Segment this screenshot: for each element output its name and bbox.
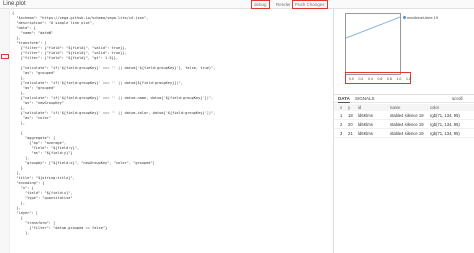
code-line: } xyxy=(12,166,23,170)
code-line: {"calculate": "if('${field:groupKey}' ==… xyxy=(12,66,216,70)
legend-label: medicineUrine 19 xyxy=(407,15,439,20)
code-line: }, xyxy=(12,76,25,80)
code-line: "as": "newGroupKey" xyxy=(12,101,64,105)
column-header-id: id xyxy=(358,105,362,110)
cell-x: 1 xyxy=(340,113,343,118)
code-line: "field": "${field:y}", xyxy=(12,146,80,150)
push-changes-button[interactable]: Push Changes xyxy=(292,0,328,9)
code-line: {"filter": "datum.grouped == false"} xyxy=(12,226,108,230)
code-line: "field": "${field:x}", xyxy=(12,191,73,195)
code-line: "transform": [ xyxy=(12,221,56,225)
table-row: 1 18 ld6Klms stable4 silence 19 rgb(71, … xyxy=(334,112,474,120)
code-line: {"filter": {"field": "${field}", "valid"… xyxy=(12,46,127,50)
cell-x: 2 xyxy=(340,122,343,127)
table-row: 3 21 ld6Klms stable4 silence 19 rgb(71, … xyxy=(334,130,474,138)
code-line: { xyxy=(12,131,23,135)
code-line: {"calculate": "if('${field:groupKey}' ==… xyxy=(12,96,214,100)
scroll-toggle[interactable]: scroll xyxy=(452,96,463,102)
legend: medicineUrine 19 xyxy=(403,15,438,20)
editor-gutter xyxy=(0,9,10,253)
code-line: }, xyxy=(12,206,21,210)
line-chart xyxy=(345,13,401,75)
code-line: "title": "${string:title}", xyxy=(12,176,75,180)
table-row: 2 20 ld6Klms stable4 silence 19 rgb(71, … xyxy=(334,121,474,129)
code-line: }, xyxy=(12,36,21,40)
code-line: "as": "color" xyxy=(12,116,51,120)
code-line: "layer": [ xyxy=(12,211,38,215)
code-line: "as": "grouped" xyxy=(12,71,56,75)
code-line: "transform": [ xyxy=(12,41,47,45)
column-header-x: x xyxy=(340,105,343,110)
cell-x: 3 xyxy=(340,131,343,136)
highlight-marker xyxy=(1,54,9,59)
column-header-name: name xyxy=(390,105,401,110)
code-line: "name": "dataN" xyxy=(12,31,54,35)
code-line: }, xyxy=(12,201,25,205)
code-line: }, xyxy=(12,121,25,125)
code-line: "$schema": "https://vega.github.io/schem… xyxy=(12,16,149,20)
code-line: "data": { xyxy=(12,26,36,30)
code-line: "aggregate": [ xyxy=(12,136,56,140)
code-line: ], xyxy=(12,231,30,235)
x-tick-label: 0.4 xyxy=(368,77,373,81)
cell-color: rgb(71, 134, 95) xyxy=(430,113,460,118)
code-line: "as": "grouped" xyxy=(12,86,56,90)
code-line: {"calculate": "if('${field:groupKey}' ==… xyxy=(12,111,216,115)
code-line: {"calculate": "if('${field:groupKey}' ==… xyxy=(12,81,183,85)
x-tick-label: 1.2 xyxy=(406,77,411,81)
series-line xyxy=(346,16,400,39)
title-bar: Line.plot debug Render Push Changes xyxy=(0,0,474,9)
code-line: {"op": "average", xyxy=(12,141,67,145)
cell-id: ld6Klms xyxy=(358,131,373,136)
column-header-y: y xyxy=(348,105,351,110)
tab-data[interactable]: DATA xyxy=(338,96,350,103)
column-header-color: color xyxy=(430,105,440,110)
code-editor[interactable]: { "$schema": "https://vega.github.io/sch… xyxy=(0,9,334,253)
x-tick-label: 0.0 xyxy=(349,77,354,81)
cell-color: rgb(71, 134, 95) xyxy=(430,131,460,136)
code-line: "encoding": { xyxy=(12,181,45,185)
code-line: { xyxy=(12,11,15,15)
legend-swatch xyxy=(403,16,406,20)
code-line: { xyxy=(12,216,23,220)
x-tick-label: 0.8 xyxy=(387,77,392,81)
cell-id: ld6Klms xyxy=(358,113,373,118)
cell-y: 21 xyxy=(348,131,353,136)
code-line: "type": "quantitative" xyxy=(12,196,73,200)
cell-color: rgb(71, 134, 95) xyxy=(430,122,460,127)
x-tick-label: 0.6 xyxy=(378,77,383,81)
cell-y: 20 xyxy=(348,122,353,127)
table-header: x y id name color xyxy=(334,104,474,111)
cell-name: stable4 silence 19 xyxy=(390,113,424,118)
cell-name: stable4 silence 19 xyxy=(390,131,424,136)
code-line: "description": "A simple line plot", xyxy=(12,21,95,25)
cell-name: stable4 silence 19 xyxy=(390,122,424,127)
x-axis: 0.0 0.2 0.4 0.6 0.8 1.0 1.2 xyxy=(345,72,411,84)
data-panel: DATA SIGNALS scroll x y id name color 1 … xyxy=(334,94,474,253)
code-line: }, xyxy=(12,106,25,110)
data-tabs: DATA SIGNALS scroll xyxy=(334,95,474,103)
x-tick-label: 0.2 xyxy=(359,77,364,81)
cell-y: 18 xyxy=(348,113,353,118)
code-line: "x": { xyxy=(12,186,34,190)
x-tick-label: 1.0 xyxy=(397,77,402,81)
cell-id: ld6Klms xyxy=(358,122,373,127)
code-line: ], xyxy=(12,171,21,175)
render-button[interactable]: Render xyxy=(274,1,293,8)
debug-button[interactable]: debug xyxy=(251,0,270,9)
code-line: "as": "${field:y}"} xyxy=(12,151,73,155)
code-line: {"filter": {"field": "${field}", "valid"… xyxy=(12,51,127,55)
code-line: ], xyxy=(12,156,30,160)
code-line: {"filter": {"field": "${field}", "gt": 1… xyxy=(12,56,119,60)
window-title: Line.plot xyxy=(3,1,26,7)
tab-signals[interactable]: SIGNALS xyxy=(355,96,375,102)
code-line: "groupby": ["${field:x}", "newGroupKey",… xyxy=(12,161,155,165)
code-line: }, xyxy=(12,91,25,95)
